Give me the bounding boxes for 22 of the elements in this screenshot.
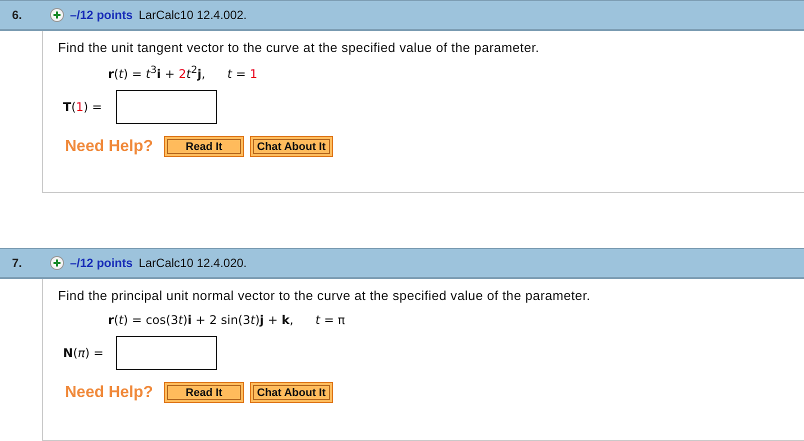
- help-button[interactable]: Read It: [164, 382, 244, 403]
- source-label: LarCalc10 12.4.002.: [138, 8, 247, 22]
- help-button[interactable]: Read It: [164, 136, 244, 157]
- help-button[interactable]: Chat About It: [250, 136, 333, 157]
- question-number: 7.: [11, 256, 24, 270]
- need-help-label: Need Help?: [65, 138, 154, 156]
- plus-icon[interactable]: [50, 256, 64, 270]
- answer-field[interactable]: [116, 336, 217, 370]
- answer-label: N(π) =: [63, 346, 105, 360]
- points-label: –/12 points: [70, 8, 133, 22]
- need-help-label: Need Help?: [65, 384, 154, 402]
- answer-field[interactable]: [116, 90, 217, 124]
- answer-label: T(1) =: [63, 100, 104, 114]
- question-prompt: Find the principal unit normal vector to the curve at the specified value of the parameter.: [58, 288, 592, 303]
- help-button[interactable]: Chat About It: [250, 382, 333, 403]
- source-label: LarCalc10 12.4.020.: [138, 256, 247, 270]
- plus-icon[interactable]: [50, 8, 64, 22]
- formula: r(t) = t$^{3}$i + 2t$^{2}$j, t = 1: [108, 65, 258, 81]
- question-number: 6.: [11, 8, 24, 22]
- formula: r(t) = cos(3t)i + 2 sin(3t)j + k, t = π: [108, 313, 346, 327]
- points-label: –/12 points: [70, 256, 133, 270]
- question-prompt: Find the unit tangent vector to the curve at the specified value of the parameter.: [58, 40, 540, 55]
